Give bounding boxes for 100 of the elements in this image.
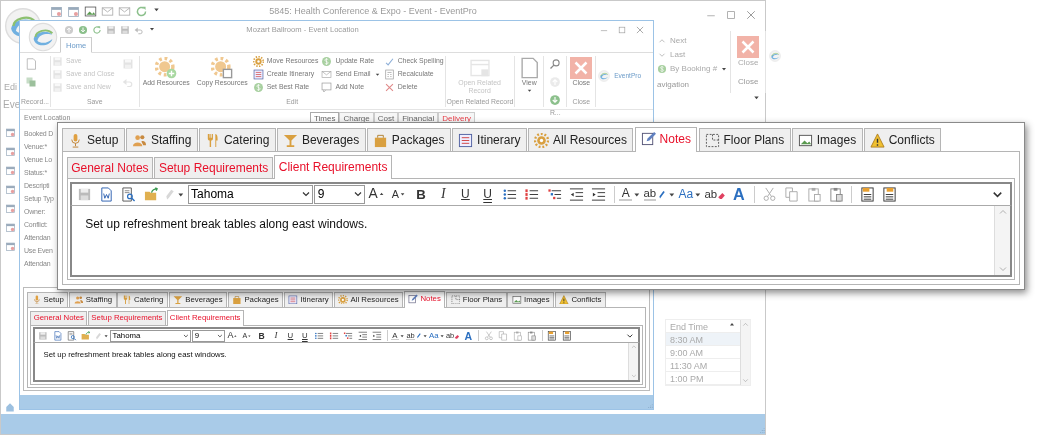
cut-icon[interactable]	[482, 329, 496, 343]
sidebar-icon[interactable]	[5, 222, 16, 233]
text-effects-button[interactable]: A	[728, 184, 749, 204]
sidebar-icon[interactable]	[5, 241, 16, 252]
tab[interactable]: Floor Plans	[698, 128, 791, 151]
search-icon[interactable]	[549, 58, 562, 70]
maximize-icon[interactable]	[725, 9, 737, 21]
italic-button[interactable]: I	[269, 329, 283, 343]
arrow-down-icon[interactable]	[549, 94, 562, 106]
note-pencil-icon	[641, 131, 656, 147]
note-text: Set up refreshment break tables along east windows.	[84, 215, 369, 233]
grow-font-button[interactable]: A	[366, 184, 387, 204]
glass-icon	[283, 132, 299, 148]
sidebar-icon[interactable]	[5, 165, 16, 176]
indent-icon[interactable]	[370, 329, 384, 343]
shrink-font-button[interactable]: A	[388, 184, 410, 204]
double-underline-button[interactable]: U	[477, 184, 498, 204]
field-icon[interactable]	[545, 329, 559, 343]
delete-icon	[383, 82, 395, 93]
toolbar-icon[interactable]	[84, 5, 97, 18]
check-icon	[383, 56, 395, 67]
tab[interactable]: General Notes	[66, 156, 154, 179]
close-icon[interactable]	[745, 9, 757, 21]
sidebar-icon[interactable]	[5, 146, 16, 157]
sidebar-icon[interactable]	[5, 127, 16, 138]
toolbar-icon[interactable]	[92, 25, 102, 35]
dropdown-icon[interactable]	[752, 93, 761, 102]
paste-special-icon[interactable]	[525, 329, 539, 343]
toolbar-icon[interactable]	[67, 5, 80, 18]
home-icon[interactable]	[5, 402, 15, 412]
image-icon	[798, 132, 814, 148]
tab[interactable]: Setup	[62, 128, 125, 151]
sidebar-icon[interactable]	[5, 184, 16, 195]
change-case-button[interactable]: Aa	[678, 184, 703, 204]
scrollbar[interactable]	[739, 320, 750, 385]
toolbar-icon[interactable]	[78, 25, 88, 35]
toolbar-icon[interactable]	[118, 5, 131, 18]
toolbar-icon[interactable]	[120, 25, 130, 35]
tab[interactable]: Beverages	[276, 128, 366, 151]
tab[interactable]: All Resources	[528, 128, 634, 151]
tab[interactable]: Images	[791, 128, 863, 151]
toolbar-icon[interactable]	[134, 25, 144, 35]
font-size-dropdown[interactable]: 9	[314, 185, 365, 204]
window-icon	[468, 57, 491, 79]
font-dropdown[interactable]: Tahoma	[187, 185, 313, 204]
coin-icon	[321, 56, 333, 67]
highlight-button[interactable]: ab	[643, 184, 677, 204]
italic-button[interactable]: I	[433, 184, 454, 204]
toolbar-icon[interactable]	[64, 25, 74, 35]
arrow-up-icon	[740, 320, 750, 329]
fork-knife-icon	[205, 132, 221, 148]
tab[interactable]: Conflicts	[863, 128, 942, 151]
underline-button[interactable]: U	[455, 184, 476, 204]
folder-icon[interactable]	[79, 329, 93, 343]
copy-icon	[784, 186, 800, 202]
save-icon	[51, 56, 63, 67]
new-document-icon[interactable]	[25, 58, 37, 70]
tab[interactable]: Itinerary	[452, 128, 527, 151]
tab[interactable]: Client Requirements	[274, 155, 393, 180]
toolbar-icon[interactable]	[135, 5, 148, 18]
people-icon	[73, 294, 84, 305]
microphone-icon	[31, 294, 42, 305]
windows-icon[interactable]	[25, 76, 37, 88]
save-icon[interactable]	[36, 329, 50, 343]
scrollbar[interactable]	[994, 206, 1010, 275]
folder-icon	[81, 331, 92, 341]
tab[interactable]: Packages	[366, 128, 451, 151]
toolbar-icon[interactable]	[50, 5, 63, 18]
toolbar-icon[interactable]	[101, 5, 114, 18]
print-preview-icon[interactable]	[65, 329, 79, 343]
field-icon	[881, 186, 897, 202]
logo-icon	[598, 69, 611, 82]
clear-format-button[interactable]: ab	[704, 184, 727, 204]
dropdown-icon[interactable]	[152, 5, 161, 14]
field-icon[interactable]	[560, 329, 574, 343]
tab[interactable]: Notes	[634, 127, 698, 152]
indent-icon	[591, 186, 607, 202]
editor-area[interactable]: Set up refreshment break tables along east windows.	[70, 206, 1012, 277]
bold-button[interactable]: B	[410, 184, 432, 204]
dropdown-icon[interactable]	[148, 25, 156, 33]
toolbar-icon[interactable]	[106, 25, 116, 35]
tab[interactable]: Staffing	[125, 128, 198, 151]
gear-plus-icon	[155, 57, 178, 79]
table-cell: 8:30 AM	[666, 333, 740, 346]
sort-icon	[727, 321, 736, 329]
text-effects-button[interactable]: A	[461, 329, 475, 343]
bold-button[interactable]: B	[255, 329, 269, 343]
bullets-icon	[314, 331, 325, 341]
grow-font-button[interactable]: A	[226, 329, 240, 343]
font-color-button[interactable]: A	[619, 184, 642, 204]
maximize-icon[interactable]	[617, 25, 627, 35]
caret-icon	[102, 332, 109, 340]
scrollbar[interactable]	[628, 343, 639, 381]
close-icon[interactable]	[635, 25, 645, 35]
copy-icon[interactable]	[496, 329, 510, 343]
pen-icon	[414, 332, 422, 340]
sidebar-icon[interactable]	[5, 203, 16, 214]
tab[interactable]: Setup Requirements	[154, 156, 273, 179]
tab[interactable]: Catering	[198, 128, 276, 151]
highlighter-icon	[163, 187, 177, 201]
